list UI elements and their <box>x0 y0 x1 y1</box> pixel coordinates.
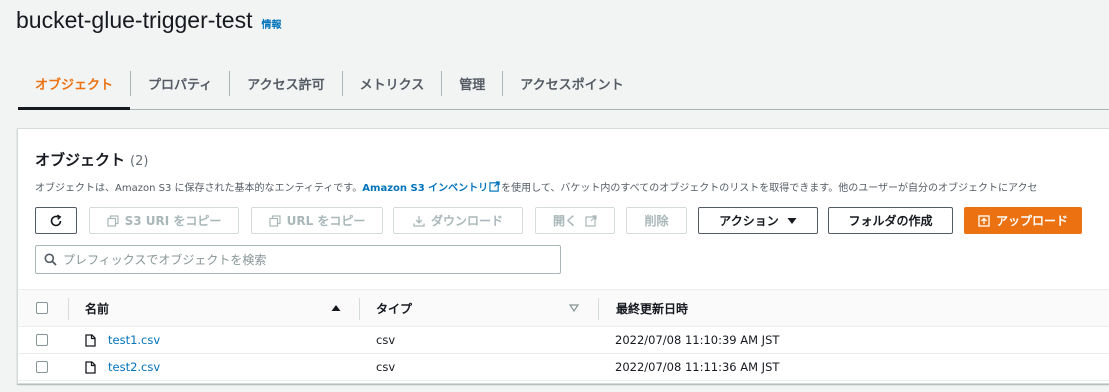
column-divider <box>359 298 360 320</box>
refresh-button[interactable] <box>35 207 77 234</box>
column-divider <box>598 298 599 320</box>
search-icon <box>44 253 57 266</box>
name-cell: test2.csv <box>85 354 160 380</box>
caret-down-icon <box>787 217 797 224</box>
actions-dropdown[interactable]: アクション <box>698 207 818 234</box>
tab-objects[interactable]: オブジェクト <box>18 58 131 110</box>
search-input[interactable] <box>63 252 543 267</box>
actions-label: アクション <box>719 214 779 228</box>
panel-header: オブジェクト (2) <box>35 149 148 170</box>
info-link[interactable]: 情報 <box>262 16 282 31</box>
row-select-cell <box>36 354 48 380</box>
objects-table: 名前 タイプ 最終更新日時 test1.csv csv 2022/07/08 1… <box>18 289 1109 381</box>
modified-cell: 2022/07/08 11:10:39 AM JST <box>615 333 780 347</box>
table-row[interactable]: test2.csv csv 2022/07/08 11:11:36 AM JST <box>18 354 1109 381</box>
title-row: bucket-glue-trigger-test 情報 <box>16 7 282 39</box>
objects-panel: オブジェクト (2) オブジェクトは、Amazon S3 に保存された基本的なエ… <box>17 128 1109 384</box>
tab-properties[interactable]: プロパティ <box>131 58 229 109</box>
column-header-modified[interactable]: 最終更新日時 <box>616 290 688 326</box>
column-header-type[interactable]: タイプ <box>376 290 412 326</box>
create-folder-label: フォルダの作成 <box>848 214 933 228</box>
external-link-icon[interactable] <box>489 181 500 192</box>
file-icon <box>85 333 96 347</box>
file-icon <box>85 360 96 374</box>
copy-url-button[interactable]: URL をコピー <box>251 207 383 234</box>
description-text: オブジェクトは、Amazon S3 に保存された基本的なエンティティです。 <box>35 183 363 194</box>
tab-management[interactable]: 管理 <box>442 58 502 109</box>
tab-metrics[interactable]: メトリクス <box>343 58 442 109</box>
delete-label: 削除 <box>644 214 669 228</box>
select-all-checkbox[interactable] <box>36 302 48 314</box>
row-select-cell <box>36 327 48 353</box>
name-cell: test1.csv <box>85 327 160 353</box>
table-header: 名前 タイプ 最終更新日時 <box>18 289 1109 327</box>
search-box <box>35 245 561 274</box>
panel-description: オブジェクトは、Amazon S3 に保存された基本的なエンティティです。Ama… <box>35 179 1038 194</box>
open-label: 開く <box>552 214 577 228</box>
delete-button[interactable]: 削除 <box>626 207 687 234</box>
create-folder-button[interactable]: フォルダの作成 <box>828 207 953 234</box>
row-checkbox[interactable] <box>36 334 48 346</box>
copy-icon <box>106 214 119 227</box>
copy-s3-uri-button[interactable]: S3 URI をコピー <box>89 207 239 234</box>
file-name-link[interactable]: test1.csv <box>108 333 160 347</box>
bucket-title: bucket-glue-trigger-test <box>16 7 253 33</box>
tab-permissions[interactable]: アクセス許可 <box>230 58 341 109</box>
object-count: (2) <box>130 154 149 169</box>
panel-title: オブジェクト <box>35 151 126 169</box>
tab-bar: オブジェクト プロパティ アクセス許可 メトリクス 管理 アクセスポイント <box>18 58 1109 110</box>
inventory-link[interactable]: Amazon S3 インベントリ <box>362 183 488 194</box>
description-text-cont: を使用して、バケット内のすべてのオブジェクトのリストを取得できます。他のユーザー… <box>501 183 1038 194</box>
upload-icon <box>978 214 990 227</box>
download-button[interactable]: ダウンロード <box>393 207 523 234</box>
row-checkbox[interactable] <box>36 361 48 373</box>
download-icon <box>413 215 425 227</box>
modified-cell: 2022/07/08 11:11:36 AM JST <box>615 360 780 374</box>
column-divider <box>68 298 69 320</box>
upload-label: アップロード <box>995 214 1068 228</box>
table-row[interactable]: test1.csv csv 2022/07/08 11:10:39 AM JST <box>18 327 1109 354</box>
copy-icon <box>268 214 281 227</box>
upload-button[interactable]: アップロード <box>964 207 1082 234</box>
refresh-icon <box>50 214 62 226</box>
copy-url-label: URL をコピー <box>286 214 366 228</box>
sort-desc-icon[interactable] <box>569 290 579 326</box>
type-cell: csv <box>376 360 396 374</box>
download-label: ダウンロード <box>430 214 503 228</box>
column-header-name[interactable]: 名前 <box>85 290 109 326</box>
external-link-icon <box>585 214 597 227</box>
tab-access-points[interactable]: アクセスポイント <box>503 58 640 109</box>
sort-asc-icon[interactable] <box>331 290 341 326</box>
open-button[interactable]: 開く <box>535 207 615 234</box>
select-all-cell <box>36 290 48 326</box>
file-name-link[interactable]: test2.csv <box>108 360 160 374</box>
type-cell: csv <box>376 333 396 347</box>
copy-s3-uri-label: S3 URI をコピー <box>124 214 222 228</box>
